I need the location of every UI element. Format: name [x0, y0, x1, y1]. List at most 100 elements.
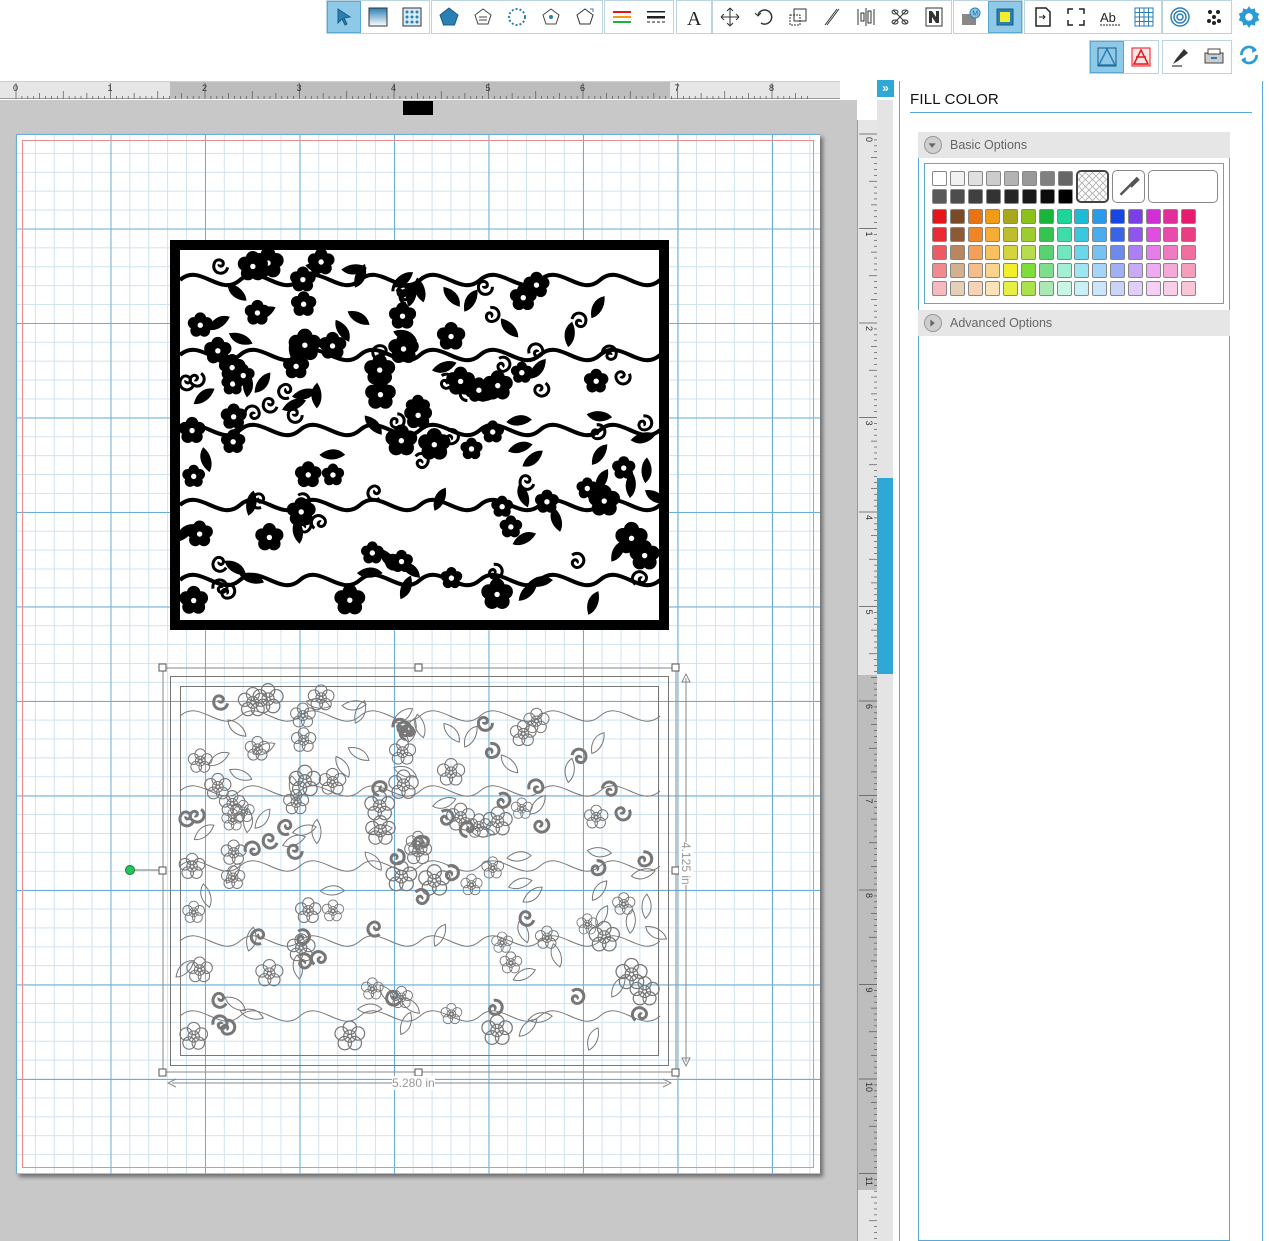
gray-swatch[interactable]: [1058, 171, 1073, 186]
color-swatch[interactable]: [1003, 281, 1019, 296]
dark-swatch[interactable]: [1040, 189, 1055, 204]
color-swatch[interactable]: [1074, 263, 1090, 278]
color-swatch[interactable]: [1003, 209, 1019, 224]
color-swatch[interactable]: [1110, 227, 1125, 242]
rotate-button[interactable]: [747, 1, 781, 33]
refresh-icon[interactable]: [1236, 42, 1262, 68]
dark-swatch[interactable]: [950, 189, 965, 204]
color-swatch[interactable]: [967, 245, 983, 260]
settings-gear-icon[interactable]: [1236, 4, 1262, 30]
resize-handle-tl[interactable]: [158, 663, 167, 672]
dotted-shape-button[interactable]: [500, 1, 534, 33]
color-swatch[interactable]: [949, 245, 965, 260]
color-swatch[interactable]: [985, 281, 1001, 296]
color-swatch[interactable]: [1127, 209, 1143, 224]
resize-handle-t[interactable]: [414, 663, 423, 672]
basic-options-header[interactable]: Basic Options: [918, 132, 1230, 158]
pattern-fill-button[interactable]: [395, 1, 429, 33]
color-swatch[interactable]: [1163, 227, 1179, 242]
scale-button[interactable]: [781, 1, 815, 33]
pentagon-fill-button[interactable]: [432, 1, 466, 33]
gray-swatch[interactable]: [1022, 171, 1037, 186]
color-swatch[interactable]: [1092, 227, 1108, 242]
color-swatch[interactable]: [1181, 227, 1197, 242]
registration-button[interactable]: [1059, 1, 1093, 33]
send-to-cutter-button[interactable]: [1197, 41, 1231, 73]
color-swatch[interactable]: [1163, 281, 1179, 296]
color-swatch[interactable]: [1127, 263, 1143, 278]
resize-handle-r[interactable]: [671, 866, 680, 875]
gray-swatch[interactable]: [1004, 171, 1019, 186]
resize-handle-b[interactable]: [414, 1068, 423, 1077]
gray-swatch[interactable]: [968, 171, 983, 186]
color-swatch[interactable]: [1003, 227, 1019, 242]
gray-swatch[interactable]: [950, 171, 965, 186]
resize-handle-bl[interactable]: [158, 1068, 167, 1077]
select-tool-button[interactable]: [327, 1, 361, 33]
color-swatch[interactable]: [1021, 209, 1036, 224]
color-swatch[interactable]: [1163, 245, 1179, 260]
color-swatch[interactable]: [1145, 209, 1161, 224]
color-swatch[interactable]: [1145, 263, 1161, 278]
expand-panel-chevron-icon[interactable]: »: [877, 80, 894, 97]
color-swatch[interactable]: [1127, 281, 1143, 296]
move-button[interactable]: [713, 1, 747, 33]
color-swatch[interactable]: [1056, 281, 1072, 296]
color-swatch[interactable]: [949, 227, 965, 242]
color-swatch[interactable]: [1145, 281, 1161, 296]
color-swatch[interactable]: [932, 263, 947, 278]
dark-swatch[interactable]: [1022, 189, 1037, 204]
color-swatch[interactable]: [1056, 245, 1072, 260]
point-edit-button[interactable]: [534, 1, 568, 33]
color-swatch[interactable]: [1021, 281, 1036, 296]
color-swatch[interactable]: [985, 263, 1001, 278]
custom-color-box[interactable]: [1148, 170, 1218, 203]
offset-button[interactable]: [1163, 1, 1197, 33]
color-swatch[interactable]: [967, 227, 983, 242]
color-swatch[interactable]: [1092, 263, 1108, 278]
drag-handle[interactable]: [403, 101, 433, 115]
color-swatch[interactable]: [1074, 245, 1090, 260]
resize-handle-tr[interactable]: [671, 663, 680, 672]
replicate-button[interactable]: [883, 1, 917, 33]
fill-tool-button[interactable]: [1090, 41, 1124, 73]
color-swatch[interactable]: [932, 245, 947, 260]
line-color-button[interactable]: [605, 1, 639, 33]
color-swatch[interactable]: [1021, 245, 1036, 260]
color-swatch[interactable]: [985, 227, 1001, 242]
color-swatch[interactable]: [1181, 245, 1197, 260]
color-swatch[interactable]: [1092, 245, 1108, 260]
resize-handle-br[interactable]: [671, 1068, 680, 1077]
color-swatch[interactable]: [1003, 263, 1019, 278]
no-fill-swatch[interactable]: [1076, 170, 1109, 203]
color-swatch[interactable]: [932, 227, 947, 242]
page-setup-button[interactable]: [1025, 1, 1059, 33]
color-swatch[interactable]: [1074, 227, 1090, 242]
eyedropper-icon[interactable]: [1112, 170, 1145, 203]
color-swatch[interactable]: [949, 209, 965, 224]
color-swatch[interactable]: [1127, 245, 1143, 260]
dark-swatch[interactable]: [932, 189, 947, 204]
gray-swatch[interactable]: [932, 171, 947, 186]
rotate-handle[interactable]: [125, 865, 135, 875]
color-swatch[interactable]: [1092, 281, 1108, 296]
sketch-button[interactable]: [466, 1, 500, 33]
color-swatch[interactable]: [1038, 263, 1054, 278]
color-swatch[interactable]: [1038, 245, 1054, 260]
color-swatch[interactable]: [967, 281, 983, 296]
sketch-pen-button[interactable]: [1163, 41, 1197, 73]
color-swatch[interactable]: [1038, 281, 1054, 296]
line-style-button[interactable]: [639, 1, 673, 33]
color-swatch[interactable]: [1074, 209, 1090, 224]
color-swatch[interactable]: [1145, 245, 1161, 260]
color-swatch[interactable]: [932, 281, 947, 296]
gray-swatch[interactable]: [1040, 171, 1055, 186]
color-swatch[interactable]: [1056, 209, 1072, 224]
text-style-button[interactable]: Ab: [1093, 1, 1127, 33]
color-swatch[interactable]: [1181, 209, 1197, 224]
shear-button[interactable]: [815, 1, 849, 33]
color-swatch[interactable]: [1110, 263, 1125, 278]
nest-button[interactable]: [917, 1, 951, 33]
dark-swatch[interactable]: [968, 189, 983, 204]
media-button[interactable]: M: [954, 1, 988, 33]
